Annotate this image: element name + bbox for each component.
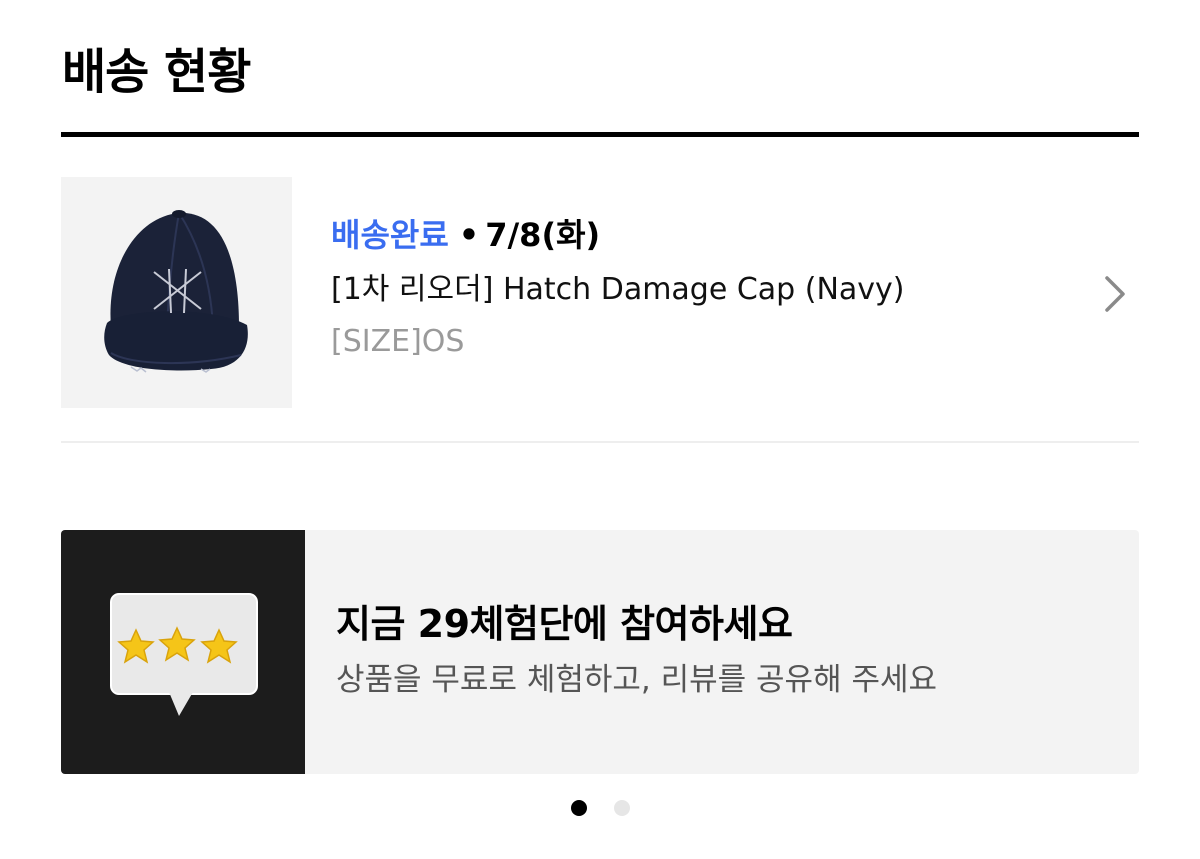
navy-cap-image (104, 210, 248, 373)
banner-title: 지금 29체험단에 참여하세요 (336, 602, 793, 646)
product-thumbnail[interactable] (61, 177, 292, 408)
product-name[interactable]: [1차 리오더] Hatch Damage Cap (Navy) (331, 269, 905, 311)
pagination-dot-active[interactable] (571, 800, 587, 816)
review-stars-bubble-icon (110, 593, 258, 716)
banner-subtitle: 상품을 무료로 체험하고, 리뷰를 공유해 주세요 (336, 662, 938, 698)
banner-image (61, 530, 305, 774)
delivery-status: 배송완료 (331, 216, 449, 254)
card-divider (61, 441, 1139, 443)
order-info: 배송완료 • 7/8(화) [1차 리오더] Hatch Damage Cap (N… (331, 213, 905, 363)
product-option: [SIZE]OS (331, 324, 465, 359)
pagination-dot[interactable] (614, 800, 630, 816)
chevron-right-icon[interactable] (1101, 274, 1131, 314)
title-divider (61, 132, 1139, 137)
promo-banner[interactable]: 지금 29체험단에 참여하세요 상품을 무료로 체험하고, 리뷰를 공유해 주세… (61, 530, 1139, 774)
page-title: 배송 현황 (62, 44, 251, 100)
delivery-date: 7/8(화) (485, 216, 601, 254)
order-card[interactable]: 배송완료 • 7/8(화) [1차 리오더] Hatch Damage Cap (N… (61, 177, 1139, 409)
status-separator: • (458, 216, 480, 254)
delivery-status-line: 배송완료 • 7/8(화) (331, 213, 905, 257)
banner-text: 지금 29체험단에 참여하세요 상품을 무료로 체험하고, 리뷰를 공유해 주세… (336, 596, 937, 704)
